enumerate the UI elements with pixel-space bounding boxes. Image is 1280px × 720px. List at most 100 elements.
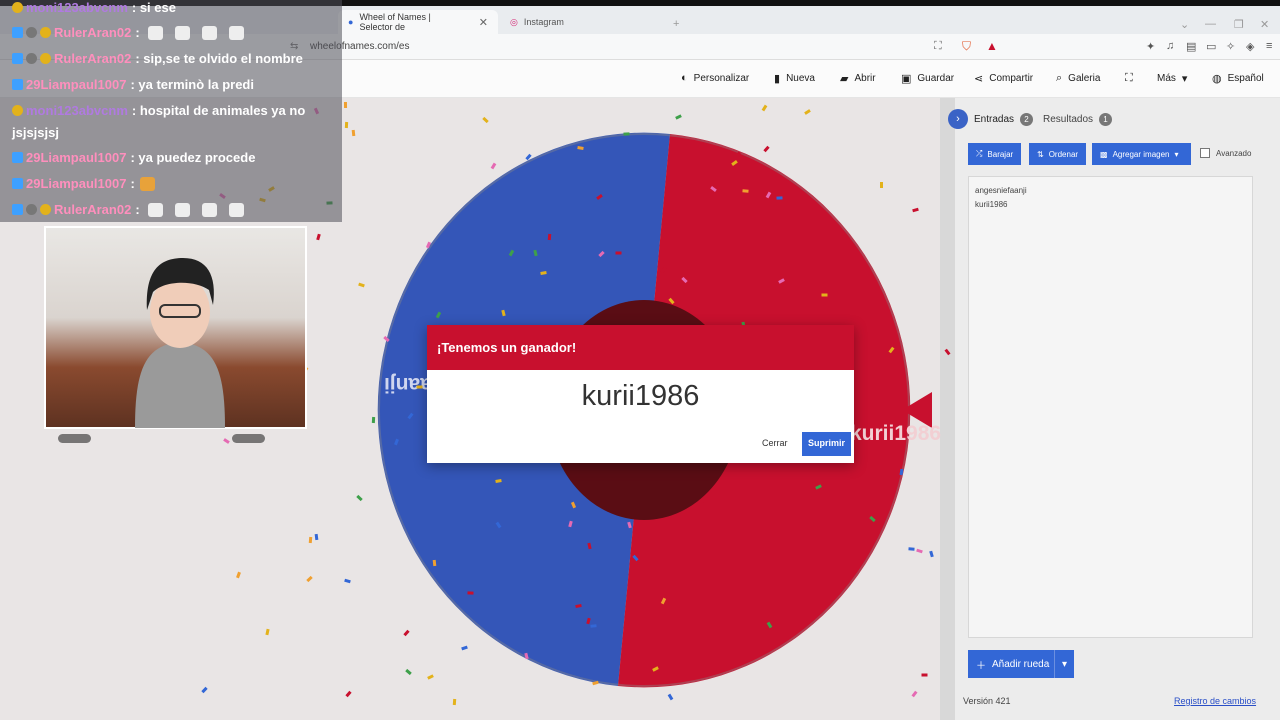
chat-message: 29Liampaul1007: [12,176,167,191]
translate-icon[interactable]: ⛶ [934,40,942,53]
chat-message: RulerAran02: [12,202,256,217]
prime-badge-icon [12,204,23,215]
leo-icon[interactable]: ✧ [1226,40,1235,53]
close-tab-icon[interactable]: ✕ [479,16,488,29]
mod-badge-icon [26,204,37,215]
globe-icon: ◍ [1212,73,1222,85]
confetti-piece [344,122,349,129]
save-icon: ▣ [901,73,912,85]
close-window-icon[interactable]: ✕ [1260,18,1269,31]
changelog-link[interactable]: Registro de cambios [1174,696,1256,706]
tab-list-icon[interactable]: ⌄ [1180,18,1189,31]
emote-icon [228,25,244,40]
tab-results[interactable]: Resultados 1 [1043,113,1113,126]
restore-icon[interactable]: ❐ [1234,18,1244,31]
search-icon: ⌕ [1056,72,1063,84]
rewards-icon[interactable]: ▲ [986,39,998,53]
bits-badge-icon [40,53,51,64]
chat-message: moni123abvcnm: si ese [12,0,176,15]
add-wheel-button[interactable]: ＋ Añadir rueda ▾ [968,650,1074,678]
remove-button[interactable]: Suprimir [802,432,852,456]
nav-galeria[interactable]: ⌕ Galeria [1056,72,1100,85]
chevron-down-icon: ▾ [1181,73,1188,85]
streamer-image [135,258,225,428]
share-icon: ⋖ [974,73,984,85]
folder-icon: ▰ [840,73,849,85]
chat-message: moni123abvcnm: hospital de animales ya n… [12,103,305,118]
chat-message: RulerAran02: [12,25,256,40]
wallet-icon[interactable]: ▭ [1206,40,1216,53]
entries-count-badge: 2 [1020,112,1034,126]
plus-icon: ＋ [976,660,986,672]
fullscreen-button[interactable]: ⛶ [1125,72,1133,85]
fullscreen-icon: ⛶ [1125,72,1133,84]
emote-icon [174,202,190,217]
results-count-badge: 1 [1099,113,1113,126]
confetti-piece [944,348,951,355]
chat-message: jsjsjsjsj [12,125,59,140]
tab-wheel-of-names[interactable]: ● Wheel of Names | Selector de ✕ [338,10,498,34]
prime-badge-icon [12,152,23,163]
shuffle-button[interactable]: ⤮ Barajar [968,143,1022,165]
tab-entries[interactable]: › Entradas 2 [948,109,1034,129]
nav-compartir[interactable]: ⋖ Compartir [974,72,1033,85]
prime-badge-icon [12,27,23,38]
menu-icon[interactable]: ≡ [1266,40,1272,52]
wheel-segment-label: kurii1986 [850,422,942,445]
entry-line: angesniefaanji [975,186,1027,195]
chevron-down-icon[interactable]: ▾ [1054,650,1074,678]
confetti-piece [351,129,355,137]
image-icon: ▩ [1100,149,1108,159]
emote-icon [147,202,163,217]
nav-nueva[interactable]: ▮ Nueva [774,72,815,85]
chat-message: 29Liampaul1007: ya puedez procede [12,150,255,165]
chevron-down-icon: ▾ [1174,149,1179,159]
brave-shield-icon[interactable]: ⛉ [962,39,971,54]
confetti-piece [908,547,916,551]
add-image-button[interactable]: ▩ Agregar imagen ▾ [1092,143,1191,165]
advanced-checkbox[interactable]: Avanzado [1200,148,1251,158]
mod-badge-icon [26,53,37,64]
collapse-panel-icon[interactable]: › [948,109,968,129]
subscriber-badge-icon [12,105,23,116]
version-text: Versión 421 [963,696,1011,706]
emote-icon [201,202,217,217]
sort-button[interactable]: ⇅ Ordenar [1029,143,1087,165]
confetti-piece [776,196,783,200]
extensions-icon[interactable]: ✦ [1146,40,1155,53]
vpn-icon[interactable]: ◈ [1246,40,1254,53]
nav-mas[interactable]: Más ▾ [1157,72,1187,85]
palette-icon: ◐ [681,72,688,84]
nav-guardar[interactable]: ▣ Guardar [901,72,954,85]
dialog-title: ¡Tenemos un ganador! [427,325,854,370]
prime-badge-icon [12,79,23,90]
sidebar-icon[interactable]: ▤ [1186,40,1196,53]
shuffle-icon: ⤮ [976,149,983,158]
emote-icon [147,25,163,40]
confetti-piece [432,559,436,567]
confetti-piece [467,591,474,595]
tab-instagram[interactable]: ◎ Instagram [500,10,670,34]
music-icon[interactable]: ♫ [1166,40,1174,52]
confetti-piece [343,101,347,108]
prime-badge-icon [12,178,23,189]
sort-icon: ⇅ [1037,149,1044,159]
entries-textarea[interactable] [968,176,1253,638]
new-tab-icon[interactable]: + [673,18,679,30]
confetti-piece [371,416,376,423]
favicon-icon: ● [348,17,354,27]
emote-icon [201,25,217,40]
entry-line: kurii1986 [975,200,1008,209]
nav-abrir[interactable]: ▰ Abrir [840,72,876,85]
emote-icon [139,176,155,191]
emote-icon [174,25,190,40]
close-button[interactable]: Cerrar [756,433,794,455]
minimize-icon[interactable]: — [1205,18,1216,30]
nav-espanol[interactable]: ◍ Español [1212,72,1264,85]
confetti-piece [879,181,883,188]
confetti-piece [623,132,630,136]
chat-message: RulerAran02: sip,se te olvido el nombre [12,51,303,66]
nav-personalizar[interactable]: ◐ Personalizar [681,72,749,84]
checkbox[interactable] [1200,148,1210,158]
confetti-piece [742,189,749,193]
